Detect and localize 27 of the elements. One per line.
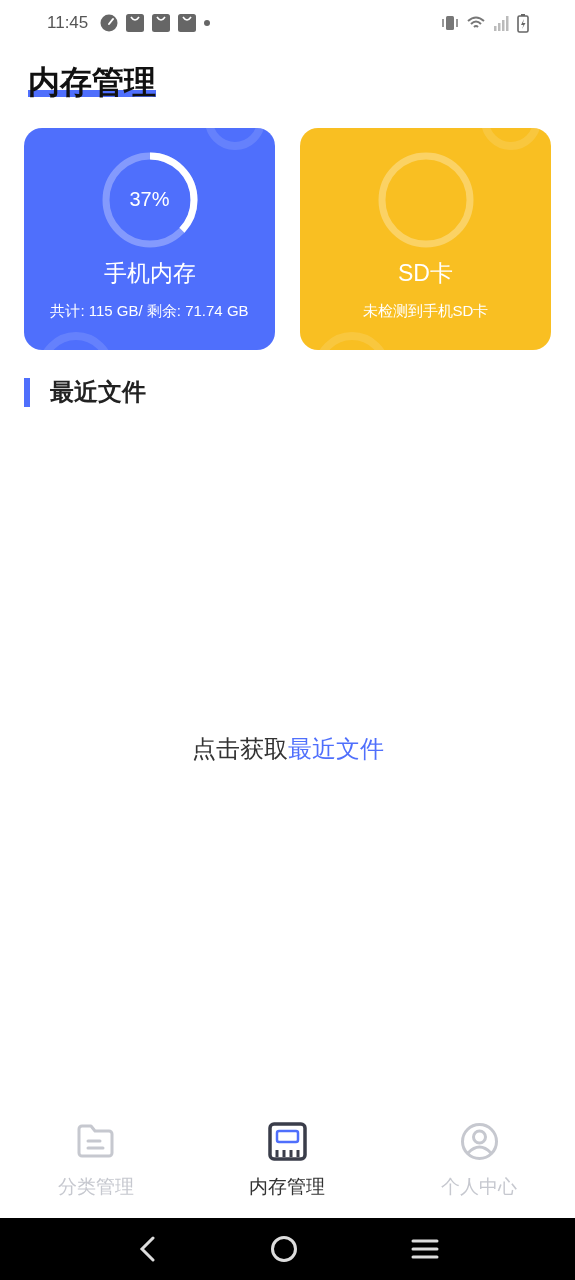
memory-card-icon — [268, 1122, 307, 1161]
section-marker — [24, 377, 30, 407]
battery-icon — [517, 13, 529, 33]
home-icon[interactable] — [269, 1235, 298, 1263]
signal-icon — [493, 15, 509, 31]
usage-percent: 37% — [128, 187, 171, 211]
ring-decoration — [205, 128, 265, 150]
bag-icon — [178, 14, 197, 32]
ring-decoration — [481, 128, 541, 150]
card-title: SD卡 — [398, 259, 453, 288]
gauge-icon — [100, 14, 119, 32]
folder-icon — [76, 1122, 116, 1161]
vibrate-icon — [441, 15, 459, 31]
nav-tab[interactable]: 内存管理 — [227, 1110, 348, 1200]
status-time: 11:45 — [47, 13, 89, 33]
recent-files-link[interactable]: 最近文件 — [287, 735, 384, 763]
bag-icon — [152, 14, 171, 32]
dot-icon — [204, 20, 211, 26]
card-title: 手机内存 — [103, 259, 196, 288]
user-icon — [459, 1122, 499, 1161]
empty-message: 点击获取最近文件 — [191, 734, 384, 765]
section-title: 最近文件 — [50, 377, 146, 408]
bag-icon — [126, 14, 145, 32]
card-detail: 未检测到手机SD卡 — [362, 301, 489, 321]
phone-storage-card[interactable]: 37% 手机内存 共计: 115 GB/ 剩余: 71.74 GB — [24, 128, 275, 350]
card-detail: 共计: 115 GB/ 剩余: 71.74 GB — [50, 301, 249, 321]
menu-icon[interactable] — [410, 1238, 439, 1260]
